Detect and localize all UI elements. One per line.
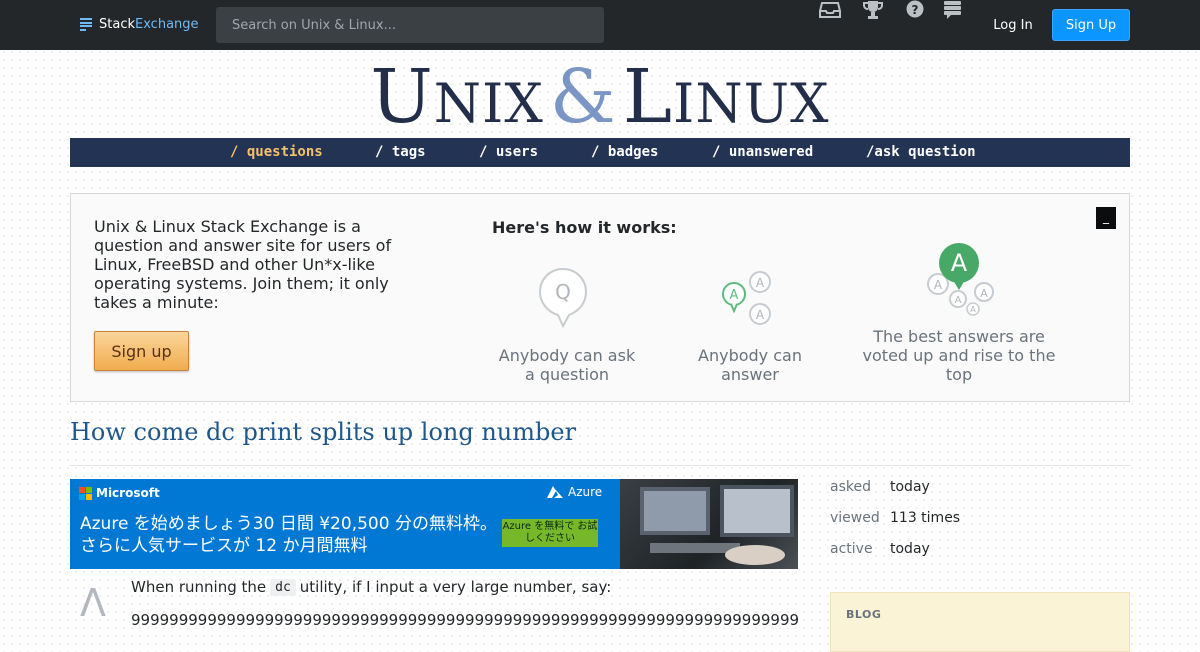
question-title[interactable]: How come dc print splits up long number	[70, 418, 576, 446]
inbox-icon[interactable]	[819, 0, 841, 20]
answer-bubbles-icon: A A A	[722, 271, 771, 325]
ad-headline-2: さらに人気サービスが 12 か月間無料	[80, 536, 368, 556]
stat-asked-value: today	[890, 479, 930, 495]
trophy-icon[interactable]	[862, 0, 884, 20]
nav-questions[interactable]: / questions	[230, 138, 323, 167]
step2-letter: A	[730, 288, 739, 303]
upvote-icon[interactable]: Λ	[80, 583, 106, 623]
azure-icon	[547, 486, 563, 498]
inline-code-dc: dc	[270, 578, 296, 596]
svg-text:A: A	[980, 287, 988, 300]
svg-text:A: A	[756, 308, 765, 322]
nav-tags[interactable]: / tags	[375, 138, 426, 167]
site-description: Unix & Linux Stack Exchange is a questio…	[94, 217, 392, 312]
top-bar: Stack Exchange Search on Unix & Linux... …	[0, 0, 1200, 50]
brand-text-stack: Stack	[99, 17, 135, 32]
stat-active-label: active	[830, 541, 873, 557]
svg-text:A: A	[955, 295, 962, 306]
step1-letter: Q	[555, 280, 571, 304]
step3-letter: A	[951, 249, 968, 277]
top-answer-icon: A A A A A	[927, 243, 994, 316]
site-title[interactable]: UNIX & LINUX	[0, 54, 1200, 140]
site-switcher-icon[interactable]	[942, 0, 964, 20]
nav-badges[interactable]: / badges	[591, 138, 658, 167]
nav-users[interactable]: / users	[479, 138, 538, 167]
svg-text:A: A	[756, 276, 765, 290]
blog-label: BLOG	[846, 608, 882, 621]
login-link[interactable]: Log In	[988, 10, 1038, 40]
nav-ask-question[interactable]: /ask question	[866, 138, 976, 167]
ad-product: Azure	[568, 485, 603, 499]
title-divider	[70, 465, 1130, 466]
stackexchange-logo-icon	[80, 18, 92, 31]
nav-unanswered[interactable]: / unanswered	[712, 138, 813, 167]
svg-text:A: A	[934, 278, 943, 292]
azure-logo: Azure	[546, 485, 602, 499]
stat-viewed-value: 113 times	[890, 510, 961, 526]
stat-active-value: today	[890, 541, 930, 557]
welcome-banner: Unix & Linux Stack Exchange is a questio…	[70, 193, 1130, 402]
stat-viewed-label: viewed	[830, 510, 880, 526]
ad-brand: Microsoft	[96, 486, 160, 500]
title-nix: NIX	[433, 72, 544, 135]
blog-widget: BLOG	[830, 592, 1130, 652]
microsoft-logo: Microsoft	[79, 486, 160, 500]
stat-asked-label: asked	[830, 479, 871, 495]
title-letter-u: U	[370, 54, 434, 140]
step-answer: Anybody can answer	[698, 346, 802, 384]
welcome-signup-button[interactable]: Sign up	[94, 331, 189, 371]
search-placeholder: Search on Unix & Linux...	[232, 17, 397, 33]
how-it-works-title: Here's how it works:	[492, 218, 677, 237]
site-nav: / questions / tags / users / badges / un…	[70, 138, 1130, 167]
close-banner-button[interactable]: _	[1096, 207, 1116, 229]
title-ampersand: &	[549, 54, 617, 140]
svg-text:?: ?	[912, 3, 919, 17]
brand-text-exchange: Exchange	[135, 17, 199, 32]
microsoft-squares-icon	[79, 486, 92, 500]
question-bubble-icon: Q	[538, 267, 588, 329]
ad-cta-button[interactable]: Azure を無料で お試しください	[502, 519, 598, 547]
help-icon[interactable]: ?	[904, 0, 926, 20]
step-ask: Anybody can ask a question	[498, 346, 636, 384]
svg-text:A: A	[970, 305, 976, 314]
stackexchange-logo[interactable]: Stack Exchange	[80, 17, 199, 32]
azure-advertisement[interactable]: Microsoft Azure Azure を始めましょう30 日間 ¥20,5…	[70, 479, 798, 569]
step-vote: The best answers are voted up and rise t…	[862, 327, 1056, 384]
body-prefix: When running the	[131, 578, 267, 596]
search-input[interactable]: Search on Unix & Linux...	[216, 7, 604, 43]
body-suffix: utility, if I input a very large number,…	[299, 578, 612, 596]
ad-photo	[620, 479, 798, 569]
question-body-intro: When running the dc utility, if I input a …	[131, 578, 611, 596]
title-letter-l: L	[622, 54, 674, 140]
question-body-number: 9999999999999999999999999999999999999999…	[131, 611, 799, 629]
signup-button[interactable]: Sign Up	[1052, 9, 1130, 41]
title-inux: INUX	[673, 72, 830, 135]
